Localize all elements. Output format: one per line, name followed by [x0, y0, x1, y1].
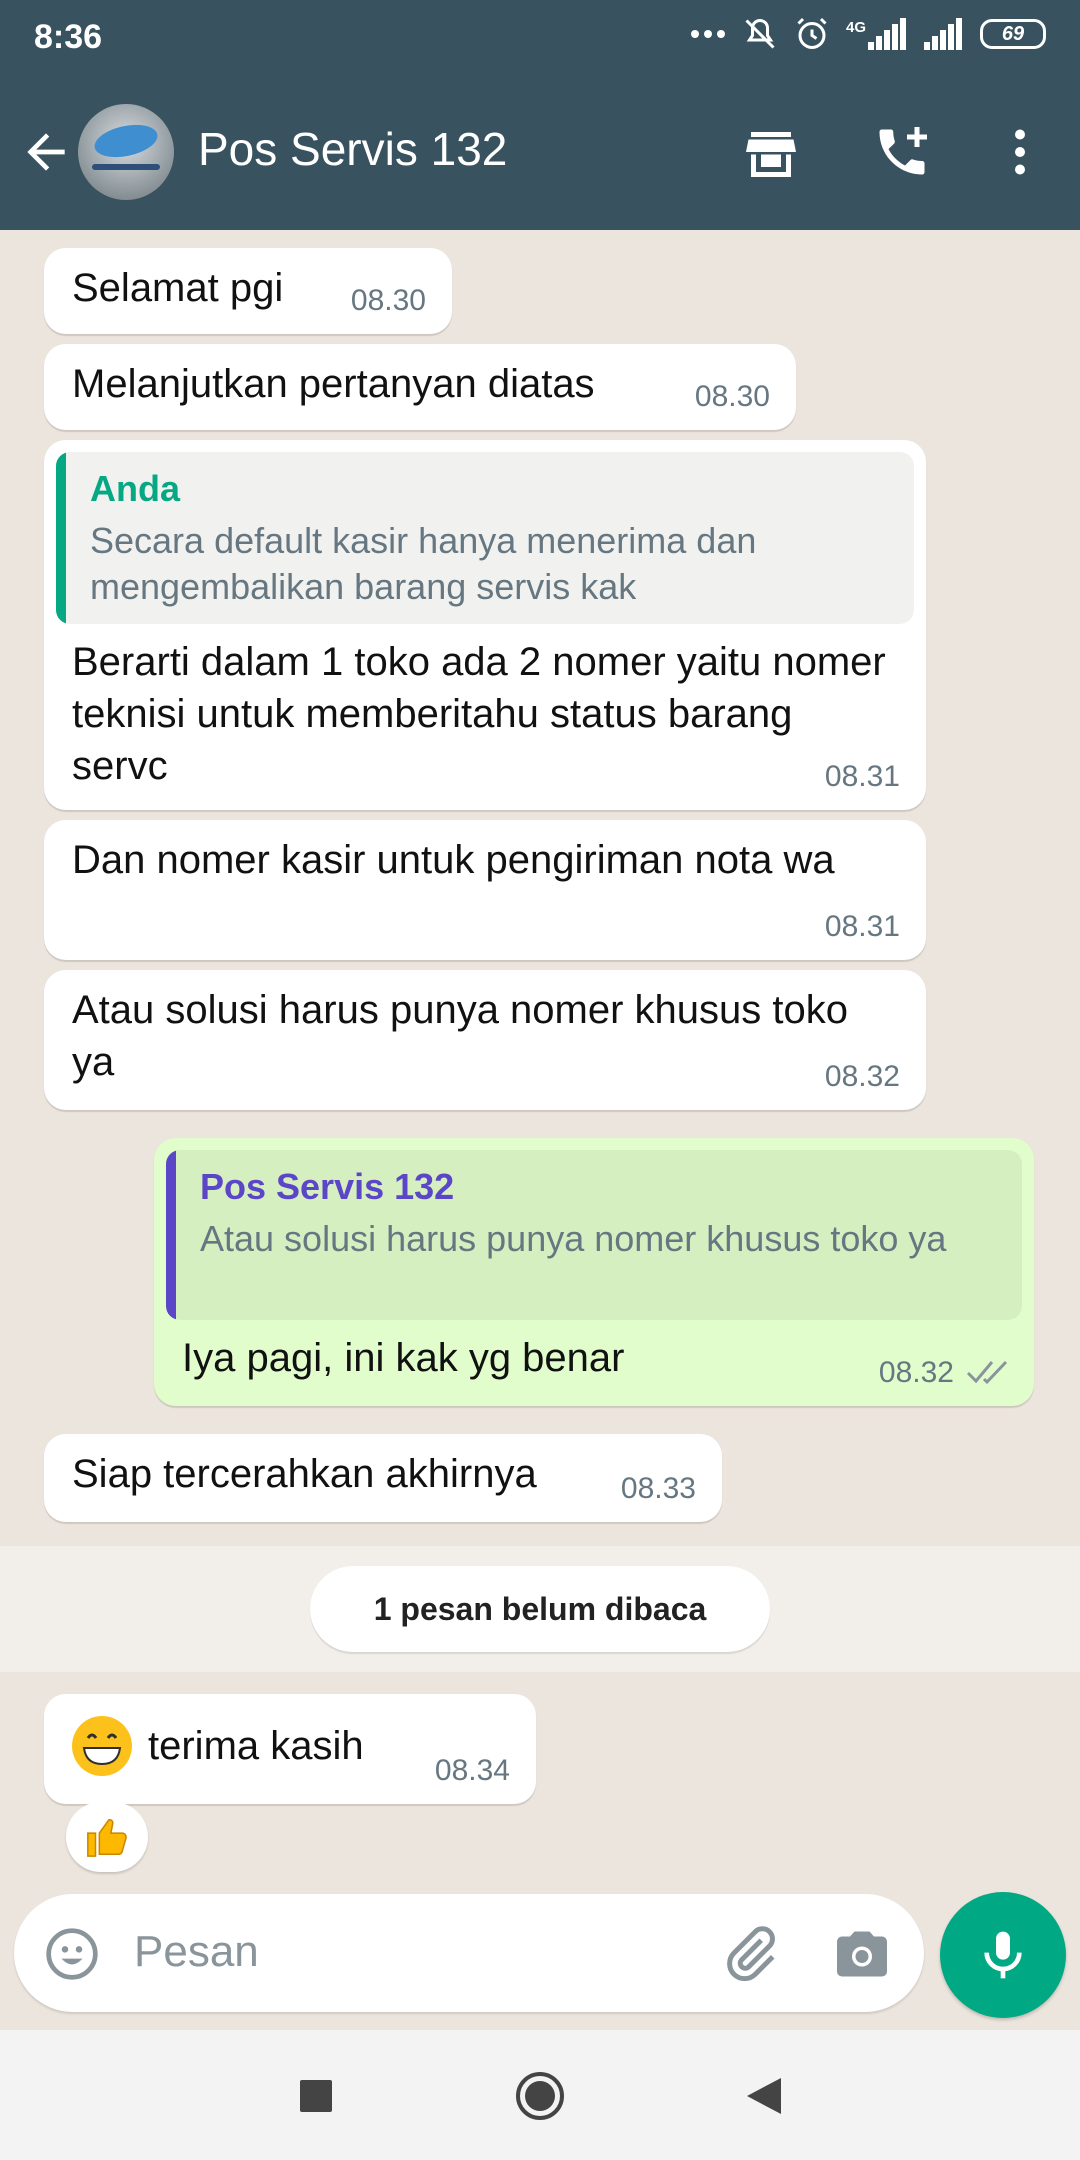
attach-icon[interactable] [720, 1924, 780, 1984]
quoted-message[interactable]: Pos Servis 132 Atau solusi harus punya n… [166, 1150, 1022, 1320]
quote-text: Secara default kasir hanya menerima dan … [90, 520, 757, 607]
message-time: 08.33 [620, 1472, 696, 1505]
message-composer [14, 1894, 924, 2012]
logo-icon [91, 119, 161, 163]
system-navigation-bar [0, 2030, 1080, 2160]
more-options-icon[interactable] [990, 122, 1050, 182]
message-time: 08.32 [824, 1060, 900, 1093]
message-time: 08.32 [878, 1356, 954, 1389]
recents-button[interactable] [288, 2068, 344, 2124]
reaction-badge[interactable] [66, 1802, 148, 1872]
incoming-message[interactable]: terima kasih 08.34 [44, 1694, 536, 1804]
contact-name[interactable]: Pos Servis 132 [198, 122, 507, 176]
microphone-icon [984, 1931, 1022, 1979]
avatar[interactable] [78, 104, 174, 200]
message-text: Berarti dalam 1 toko ada 2 nomer yaitu n… [72, 640, 886, 788]
emoji-icon[interactable] [44, 1926, 100, 1982]
quoted-message[interactable]: Anda Secara default kasir hanya menerima… [56, 452, 914, 624]
voice-record-button[interactable] [940, 1892, 1066, 2018]
triangle-back-icon [747, 2078, 781, 2114]
message-time: 08.30 [350, 284, 426, 317]
message-text: terima kasih [148, 1724, 364, 1768]
message-text: Iya pagi, ini kak yg benar [182, 1336, 625, 1380]
quote-author: Anda [90, 468, 180, 509]
signal-icon [868, 18, 906, 50]
home-button[interactable] [512, 2068, 568, 2124]
message-text: Selamat pgi [72, 266, 284, 310]
quote-text: Atau solusi harus punya nomer khusus tok… [200, 1218, 947, 1259]
square-icon [300, 2080, 332, 2112]
back-button[interactable] [736, 2068, 792, 2124]
network-type: 4G [845, 18, 866, 36]
incoming-message[interactable]: Atau solusi harus punya nomer khusus tok… [44, 970, 926, 1110]
message-time: 08.34 [434, 1754, 510, 1787]
message-text: Siap tercerahkan akhirnya [72, 1452, 537, 1496]
battery-level: 69 [1001, 22, 1025, 45]
battery-icon: 69 [980, 19, 1046, 49]
incoming-message[interactable]: Selamat pgi 08.30 [44, 248, 452, 334]
message-time: 08.30 [694, 380, 770, 413]
status-bar: 8:36 4G 69 [0, 0, 1080, 76]
incoming-message[interactable]: Anda Secara default kasir hanya menerima… [44, 440, 926, 810]
message-text: Dan nomer kasir untuk pengiriman nota wa [72, 838, 835, 882]
status-icons: 4G 69 [690, 16, 1046, 52]
unread-divider: 1 pesan belum dibaca [0, 1546, 1080, 1672]
more-notifications-icon [690, 30, 725, 38]
message-input[interactable] [134, 1922, 694, 1982]
mute-icon [745, 18, 775, 49]
circle-icon [516, 2072, 564, 2120]
incoming-message[interactable]: Siap tercerahkan akhirnya 08.33 [44, 1434, 722, 1522]
thumbs-up-icon [87, 1818, 127, 1857]
outgoing-message[interactable]: Pos Servis 132 Atau solusi harus punya n… [154, 1138, 1034, 1406]
message-text: Atau solusi harus punya nomer khusus tok… [72, 988, 848, 1084]
message-text: Melanjutkan pertanyan diatas [72, 362, 595, 406]
double-check-icon [966, 1360, 1008, 1385]
message-time: 08.31 [824, 760, 900, 793]
incoming-message[interactable]: Dan nomer kasir untuk pengiriman nota wa… [44, 820, 926, 960]
status-time: 8:36 [34, 18, 103, 56]
chat-header: Pos Servis 132 [0, 76, 1080, 230]
unread-badge: 1 pesan belum dibaca [310, 1566, 770, 1652]
signal-icon [924, 18, 962, 50]
grinning-face-icon [72, 1716, 132, 1776]
quote-author: Pos Servis 132 [200, 1166, 455, 1207]
camera-icon[interactable] [832, 1924, 892, 1984]
incoming-message[interactable]: Melanjutkan pertanyan diatas 08.30 [44, 344, 796, 430]
message-list[interactable]: Selamat pgi 08.30 Melanjutkan pertanyan … [0, 230, 1080, 2030]
add-call-icon[interactable] [872, 122, 932, 182]
message-time: 08.31 [824, 910, 900, 943]
back-arrow-icon[interactable] [18, 124, 74, 180]
store-icon[interactable] [741, 122, 801, 182]
alarm-icon [797, 17, 827, 49]
